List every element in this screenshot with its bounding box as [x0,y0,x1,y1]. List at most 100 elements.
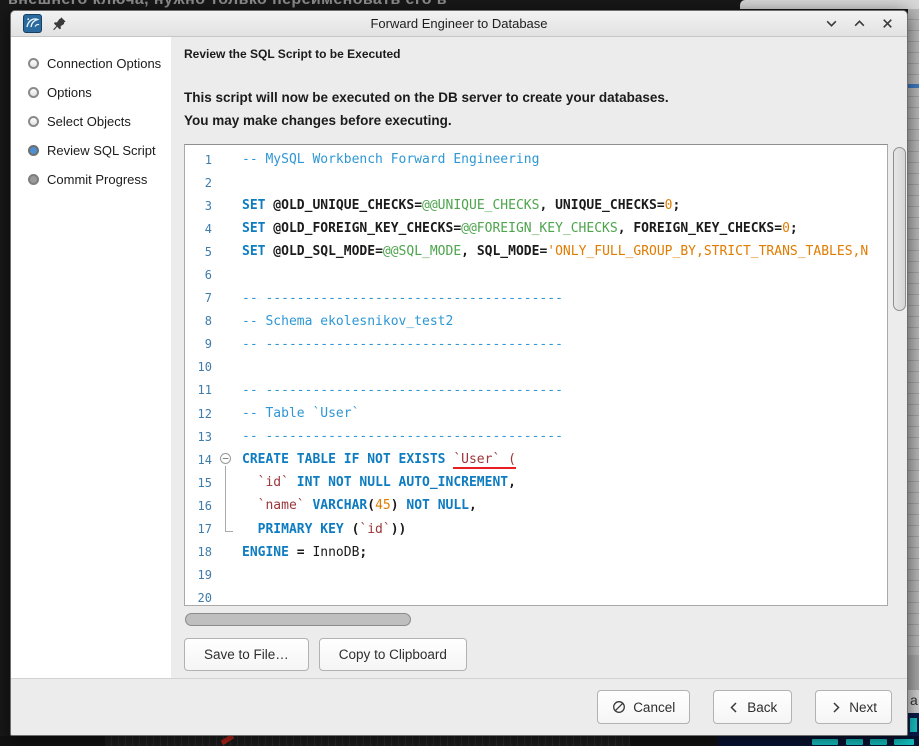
code-token: `id` [359,522,390,537]
back-button[interactable]: Back [713,690,792,724]
mysql-workbench-icon [23,14,42,33]
line-number: 12 [185,407,212,421]
code-token [242,498,258,513]
code-text: SET @OLD_SQL_MODE=@@SQL_MODE, SQL_MODE='… [242,244,868,259]
background-panel-edge [740,0,919,9]
editor-horizontal-scrollbar[interactable] [184,613,888,626]
fold-margin [212,425,242,448]
line-number: 18 [185,545,212,559]
close-button[interactable] [879,16,895,32]
fold-margin [212,587,242,606]
line-number: 2 [185,176,212,190]
code-text: SET @OLD_UNIQUE_CHECKS=@@UNIQUE_CHECKS, … [242,198,680,213]
fold-collapse-icon[interactable]: − [212,448,242,471]
code-token: SET [242,221,265,236]
horizontal-scrollbar-thumb[interactable] [185,613,411,626]
code-token: PRIMARY KEY [258,522,344,537]
vertical-scrollbar-thumb[interactable] [893,147,906,311]
background-blue-line [908,84,919,88]
code-token: 0 [665,198,673,213]
code-text: -- MySQL Workbench Forward Engineering [242,152,539,167]
line-number: 20 [185,591,212,605]
code-token: SET [242,244,265,259]
background-partial-text: внешнего ключа, нужно только переименова… [8,0,447,9]
line-number: 8 [185,314,212,328]
code-token: ; [359,545,367,560]
background-ruler [105,736,630,746]
save-to-file-button[interactable]: Save to File… [184,638,309,671]
background-teal-glyph [910,718,917,732]
next-label: Next [849,700,877,715]
code-text: SET @OLD_FOREIGN_KEY_CHECKS=@@FOREIGN_KE… [242,221,798,236]
fold-margin [212,518,242,541]
next-button[interactable]: Next [815,690,892,724]
code-line: 20 [185,587,887,606]
code-line: 19 [185,564,887,587]
code-text: ENGINE = InnoDB; [242,545,367,560]
code-line: 9-- ------------------------------------… [185,333,887,356]
code-text: -- -------------------------------------… [242,291,563,306]
fold-margin [212,379,242,402]
code-token: , [508,475,516,490]
code-token [289,475,297,490]
code-token: FOREIGN_KEY_CHECKS [633,221,774,236]
code-token: -- -------------------------------------… [242,337,563,352]
code-token: 45 [375,498,391,513]
copy-to-clipboard-button[interactable]: Copy to Clipboard [319,638,467,671]
sql-script-editor[interactable]: 1 -- MySQL Workbench Forward Engineering 2… [184,144,888,606]
fold-margin [212,171,242,194]
code-line: 12-- Table `User` [185,402,887,425]
code-line: 6 [185,263,887,286]
fold-margin [212,402,242,425]
fold-margin [212,471,242,494]
line-number: 11 [185,383,212,397]
code-line: 13-- -----------------------------------… [185,425,887,448]
description-line-1: This script will now be executed on the … [184,86,907,109]
description-line-2: You may make changes before executing. [184,109,907,132]
code-token: = [414,198,422,213]
background-partial-letter: a [908,690,919,713]
line-number: 1 [185,153,212,167]
step-review-sql-script: Review SQL Script [11,136,171,165]
code-line: 7-- ------------------------------------… [185,287,887,310]
code-line: 18 ENGINE = InnoDB; [185,541,887,564]
code-text: -- -------------------------------------… [242,383,563,398]
step-bullet-icon [28,58,39,69]
code-token: `User` ( [453,452,516,469]
editor-vertical-scrollbar[interactable] [893,147,907,643]
fold-margin [212,148,242,171]
code-text: -- -------------------------------------… [242,337,563,352]
code-token: InnoDB [312,545,359,560]
code-token: @@FOREIGN_KEY_CHECKS [461,221,618,236]
code-token: 0 [782,221,790,236]
code-text: `name` VARCHAR(45) NOT NULL, [242,498,477,513]
sql-editor-lines: 1 -- MySQL Workbench Forward Engineering 2… [185,148,887,606]
code-line: 15 `id` INT NOT NULL AUTO_INCREMENT, [185,471,887,494]
maximize-button[interactable] [851,16,867,32]
dialog-titlebar[interactable]: Forward Engineer to Database [11,11,907,37]
minimize-button[interactable] [823,16,839,32]
step-commit-progress: Commit Progress [11,165,171,194]
code-token: VARCHAR [312,498,367,513]
code-token: , [618,221,634,236]
pin-icon[interactable] [52,16,67,31]
background-grid-strip [908,9,919,655]
desktop-background: внешнего ключа, нужно только переименова… [0,0,919,746]
fold-margin [212,333,242,356]
fold-minus-icon[interactable]: − [220,453,231,464]
code-token: @@UNIQUE_CHECKS [422,198,539,213]
code-token: ( [367,498,375,513]
chevron-left-icon [728,701,740,714]
line-number: 3 [185,199,212,213]
code-token: , [539,198,555,213]
code-line: 3 SET @OLD_UNIQUE_CHECKS=@@UNIQUE_CHECKS,… [185,194,887,217]
code-text: PRIMARY KEY (`id`)) [242,522,406,537]
wizard-steps-sidebar: Connection Options Options Select Object… [11,37,171,678]
fold-margin [212,494,242,517]
code-token: -- -------------------------------------… [242,291,563,306]
code-token: ; [790,221,798,236]
step-label: Connection Options [47,56,161,71]
cancel-button[interactable]: Cancel [597,690,690,724]
code-token [242,475,258,490]
step-options: Options [11,78,171,107]
